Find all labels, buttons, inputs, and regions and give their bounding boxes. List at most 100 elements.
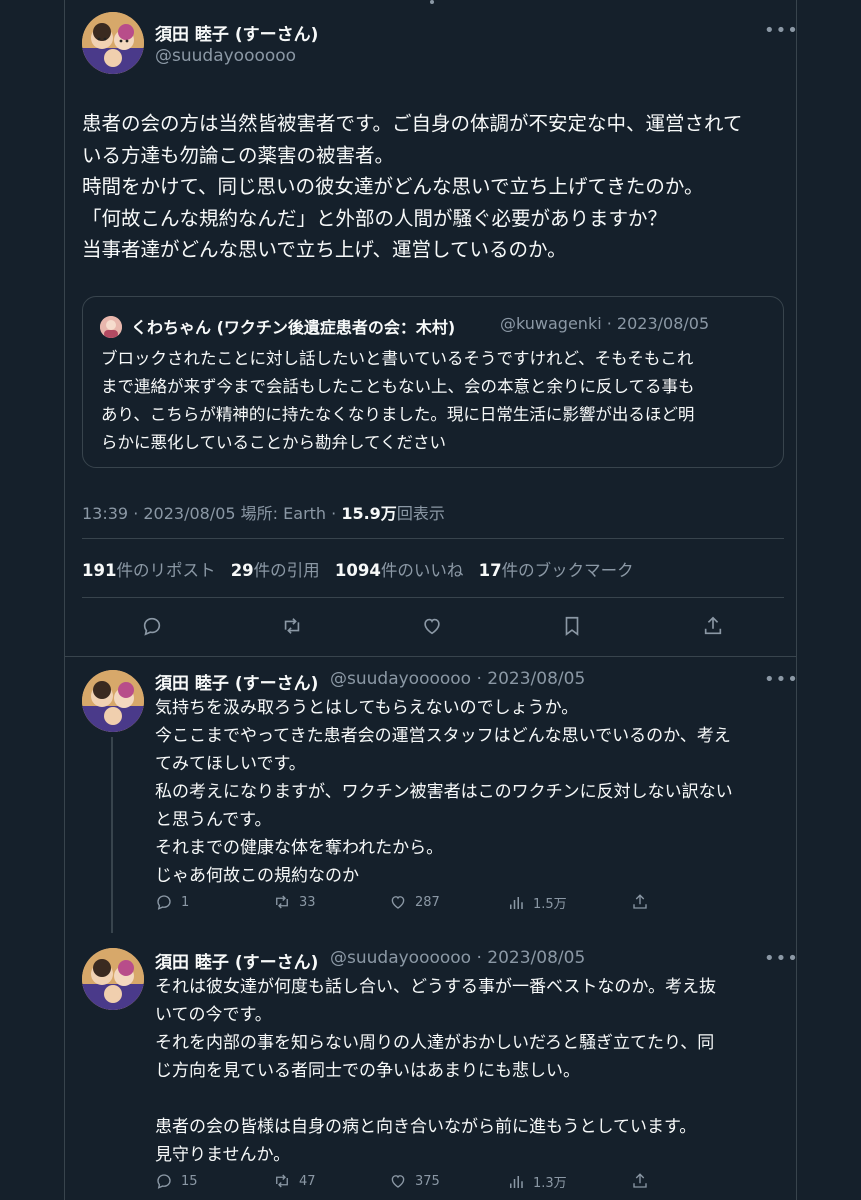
likes-count: 1094 bbox=[334, 561, 381, 580]
views-button[interactable]: 1.3万 bbox=[507, 1172, 567, 1191]
avatar[interactable] bbox=[82, 670, 144, 732]
reposts-stat[interactable]: 191件のリポスト bbox=[82, 561, 215, 580]
reply-actions: 1 33 287 1.5万 bbox=[155, 893, 715, 915]
divider bbox=[82, 597, 784, 598]
more-horizontal-icon[interactable]: ••• bbox=[764, 20, 799, 41]
reply-text-line: じゃあ何故この規約なのか bbox=[155, 866, 359, 886]
reply-count: 1 bbox=[181, 894, 190, 910]
share-icon bbox=[633, 894, 647, 909]
quote-author-name: くわちゃん (ワクチン後遺症患者の会：木村) bbox=[131, 318, 456, 337]
reply-count: 15 bbox=[181, 1173, 198, 1189]
reply-button[interactable]: 15 bbox=[155, 1172, 198, 1190]
author-handle[interactable]: @suudayoooooo bbox=[155, 46, 296, 66]
quotes-stat[interactable]: 29件の引用 bbox=[231, 561, 320, 580]
bookmarks-stat[interactable]: 17件のブックマーク bbox=[479, 561, 634, 580]
tweet-text-line: 時間をかけて、同じ思いの彼女達がどんな思いで立ち上げてきたのか。 bbox=[82, 175, 704, 198]
reply-text-line: いての今です。 bbox=[155, 1005, 272, 1025]
repost-button[interactable]: 33 bbox=[273, 893, 316, 911]
repost-count: 47 bbox=[299, 1173, 316, 1189]
views-count: 15.9万 bbox=[341, 504, 397, 523]
reply-text-line: じ方向を見ている者同士での争いはあまりにも悲しい。 bbox=[155, 1061, 580, 1081]
reply-actions: 15 47 375 1.3万 bbox=[155, 1172, 715, 1194]
quote-text-line: らかに悪化していることから勘弁してください bbox=[101, 433, 447, 452]
quote-avatar bbox=[100, 316, 122, 338]
views-count: 1.5万 bbox=[533, 897, 567, 912]
avatar-image bbox=[82, 948, 144, 1010]
thread-line bbox=[111, 737, 113, 933]
tweet-text-line: 患者の会の方は当然皆被害者です。ご自身の体調が不安定な中、運営されて bbox=[82, 112, 743, 135]
more-horizontal-icon[interactable]: ••• bbox=[764, 669, 799, 690]
tweet-text-line: 当事者達がどんな思いで立ち上げ、運営しているのか。 bbox=[82, 238, 567, 261]
reply-icon[interactable] bbox=[140, 614, 164, 638]
reply-author-name[interactable]: 須田 睦子 (すーさん) bbox=[155, 948, 318, 973]
reply-text-line: 私の考えになりますが、ワクチン被害者はこのワクチンに反対しない訳ない bbox=[155, 782, 733, 802]
reposts-label: 件のリポスト bbox=[116, 561, 216, 580]
repost-button[interactable]: 47 bbox=[273, 1172, 316, 1190]
like-button[interactable]: 375 bbox=[389, 1172, 440, 1190]
divider bbox=[64, 656, 797, 657]
like-icon[interactable] bbox=[420, 614, 444, 638]
share-button[interactable] bbox=[631, 1172, 657, 1190]
reply-text-line: それを内部の事を知らない周りの人達がおかしいだろと騒ぎ立てたり、同 bbox=[155, 1033, 715, 1053]
like-icon bbox=[391, 896, 405, 909]
repost-icon[interactable] bbox=[280, 614, 304, 638]
bookmarks-count: 17 bbox=[478, 561, 502, 580]
like-count: 375 bbox=[415, 1173, 440, 1189]
reply-icon bbox=[157, 1174, 171, 1189]
quote-text-line: あり、こちらが精神的に持たなくなりました。現に日常生活に影響が出るほど明 bbox=[101, 405, 695, 424]
tweet-text-line: 「何故こんな規約なんだ」と外部の人間が騒ぐ必要がありますか？ bbox=[82, 206, 668, 230]
tweet-meta: 13:39 · 2023/08/05 場所: Earth · 15.9万回表示 bbox=[82, 500, 445, 524]
like-icon bbox=[391, 1175, 405, 1188]
quotes-count: 29 bbox=[230, 561, 254, 580]
reply-text-line: 見守りませんか。 bbox=[155, 1145, 291, 1165]
analytics-icon bbox=[510, 896, 523, 909]
author-name[interactable]: 須田 睦子 (すーさん) bbox=[155, 20, 318, 45]
reply-text-line: と思うんです。 bbox=[155, 810, 272, 830]
tweet-time-date-location: 13:39 · 2023/08/05 場所: Earth · bbox=[82, 504, 342, 523]
views-button[interactable]: 1.5万 bbox=[507, 893, 567, 912]
quotes-label: 件の引用 bbox=[253, 561, 320, 580]
bookmarks-label: 件のブックマーク bbox=[501, 561, 634, 580]
reply-button[interactable]: 1 bbox=[155, 893, 189, 911]
share-icon bbox=[633, 1173, 647, 1188]
avatar-image bbox=[82, 12, 144, 74]
reply-text-line: それは彼女達が何度も話し合い、どうする事が一番ベストなのか。考え抜 bbox=[155, 977, 716, 997]
more-horizontal-icon[interactable]: ••• bbox=[764, 948, 799, 969]
reply-text-line: 気持ちを汲み取ろうとはしてもらえないのでしょうか。 bbox=[155, 698, 579, 718]
quote-author-handle-date: @kuwagenki · 2023/08/05 bbox=[500, 314, 710, 333]
share-icon[interactable] bbox=[701, 614, 725, 638]
divider bbox=[82, 538, 784, 539]
bookmark-icon[interactable] bbox=[560, 614, 584, 638]
avatar[interactable] bbox=[82, 12, 144, 74]
engagement-stats: 191件のリポスト 29件の引用 1094件のいいね 17件のブックマーク bbox=[82, 557, 644, 581]
tweet-text: 患者の会の方は当然皆被害者です。ご自身の体調が不安定な中、運営されて いる方達も… bbox=[82, 108, 772, 266]
quoted-tweet[interactable]: くわちゃん (ワクチン後遺症患者の会：木村) @kuwagenki · 2023… bbox=[82, 296, 784, 468]
reply-text-line: てみてほしいです。 bbox=[155, 754, 306, 774]
tweet-text-line: いる方達も勿論この薬害の被害者。 bbox=[82, 143, 395, 167]
like-count: 287 bbox=[415, 894, 440, 910]
top-dot bbox=[430, 0, 434, 4]
reply-author-name[interactable]: 須田 睦子 (すーさん) bbox=[155, 669, 318, 694]
reply-author-handle-date[interactable]: @suudayoooooo · 2023/08/05 bbox=[330, 948, 585, 968]
repost-icon bbox=[276, 895, 288, 909]
quote-text: ブロックされたことに対し話したいと書いているそうですけれど、そもそもこれ まで連… bbox=[101, 345, 781, 457]
reply-icon bbox=[157, 895, 171, 910]
reply-text-line bbox=[155, 1085, 795, 1113]
quote-text-line: まで連絡が来ず今まで会話もしたこともない上、会の本意と余りに反してる事も bbox=[101, 377, 695, 396]
quote-text-line: ブロックされたことに対し話したいと書いているそうですけれど、そもそもこれ bbox=[101, 349, 694, 368]
views-count: 1.3万 bbox=[533, 1176, 567, 1191]
share-button[interactable] bbox=[631, 893, 657, 911]
repost-icon bbox=[276, 1174, 288, 1188]
reply-text-line: それまでの健康な体を奪われたから。 bbox=[155, 838, 444, 858]
reply-text: それは彼女達が何度も話し合い、どうする事が一番ベストなのか。考え抜 いての今です… bbox=[155, 973, 795, 1169]
reply-text: 気持ちを汲み取ろうとはしてもらえないのでしょうか。 今ここまでやってきた患者会の… bbox=[155, 694, 795, 890]
reply-author-handle-date[interactable]: @suudayoooooo · 2023/08/05 bbox=[330, 669, 585, 689]
reply-text-line: 今ここまでやってきた患者会の運営スタッフはどんな思いでいるのか、考え bbox=[155, 726, 731, 746]
likes-stat[interactable]: 1094件のいいね bbox=[335, 561, 463, 580]
like-button[interactable]: 287 bbox=[389, 893, 440, 911]
avatar-image bbox=[82, 670, 144, 732]
avatar[interactable] bbox=[82, 948, 144, 1010]
analytics-icon bbox=[510, 1175, 523, 1188]
reply-text-line: 患者の会の皆様は自身の病と向き合いながら前に進もうとしています。 bbox=[155, 1117, 697, 1137]
reposts-count: 191 bbox=[82, 561, 117, 580]
